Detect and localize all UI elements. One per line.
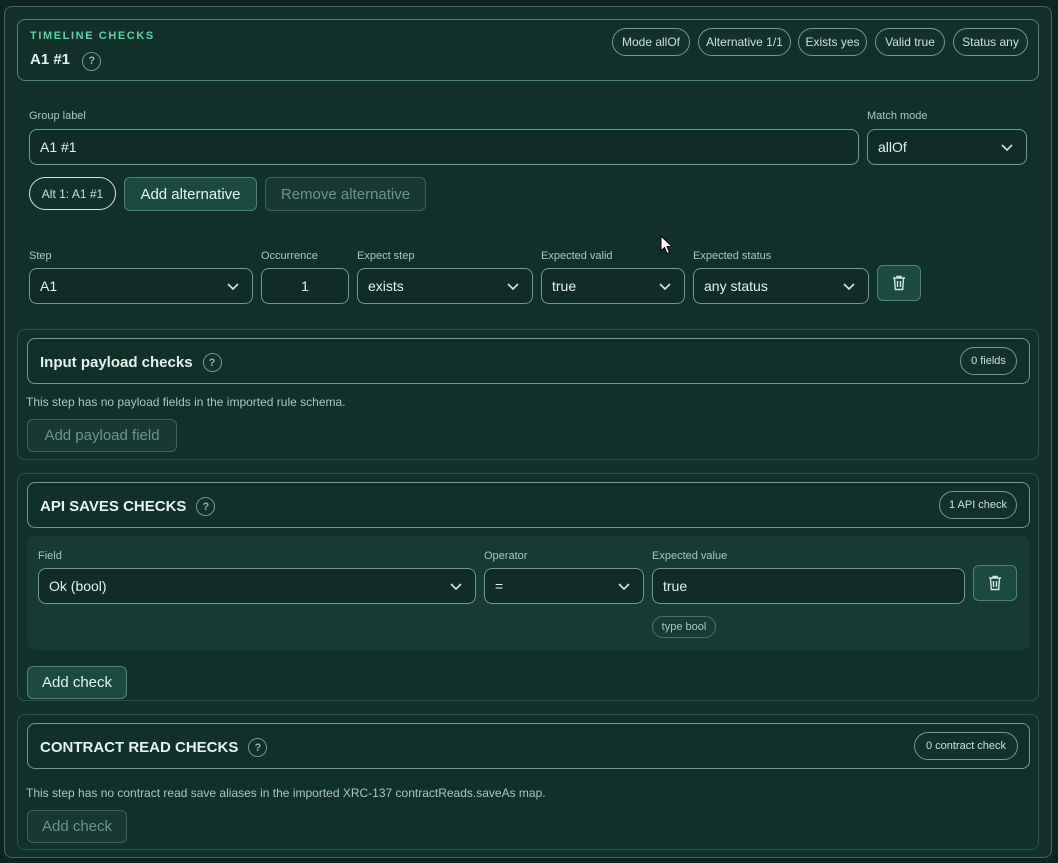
contract-read-title-text: CONTRACT READ CHECKS — [40, 739, 239, 756]
add-api-check-button[interactable]: Add check — [27, 666, 127, 699]
api-saves-title-text: API SAVES CHECKS — [40, 498, 187, 515]
alternative-pill[interactable]: Alt 1: A1 #1 — [29, 177, 116, 210]
chip-exists: Exists yes — [798, 28, 867, 56]
chevron-down-icon — [1001, 144, 1013, 152]
occurrence-caption: Occurrence — [261, 250, 318, 262]
contract-count-badge: 0 contract check — [914, 732, 1018, 760]
chip-valid: Valid true — [875, 28, 945, 56]
payload-title: Input payload checks ? — [40, 353, 222, 372]
step-select[interactable]: A1 — [29, 268, 253, 304]
type-badge: type bool — [652, 616, 716, 638]
trash-icon — [893, 275, 905, 291]
payload-empty-note: This step has no payload fields in the i… — [26, 395, 346, 409]
remove-alternative-button[interactable]: Remove alternative — [265, 177, 426, 211]
header-card: TIMELINE CHECKS A1 #1 ? Mode allOf Alter… — [17, 19, 1039, 81]
help-icon[interactable]: ? — [202, 353, 222, 372]
group-label-caption: Group label — [29, 110, 86, 122]
expected-valid-select[interactable]: true — [541, 268, 685, 304]
chevron-down-icon — [227, 283, 239, 291]
group-panel: Group label A1 #1 Match mode allOf Alt 1… — [17, 93, 1039, 223]
help-icon[interactable]: ? — [248, 738, 268, 757]
step-caption: Step — [29, 250, 52, 262]
expected-value-input[interactable]: true — [652, 568, 965, 604]
chevron-down-icon — [843, 283, 855, 291]
chip-mode: Mode allOf — [612, 28, 690, 56]
eyebrow-label: TIMELINE CHECKS — [30, 30, 155, 42]
expected-status-value: any status — [704, 278, 768, 294]
api-count-badge: 1 API check — [939, 491, 1017, 519]
payload-title-text: Input payload checks — [40, 354, 193, 371]
help-icon[interactable]: ? — [82, 51, 102, 71]
expected-valid-value: true — [552, 278, 577, 294]
field-caption: Field — [38, 550, 62, 562]
step-value: A1 — [40, 278, 58, 294]
group-label-input[interactable]: A1 #1 — [29, 129, 859, 165]
occurrence-input[interactable]: 1 — [261, 268, 349, 304]
add-alternative-button[interactable]: Add alternative — [124, 177, 257, 211]
contract-read-title: CONTRACT READ CHECKS ? — [40, 738, 268, 757]
payload-count-badge: 0 fields — [960, 347, 1017, 375]
operator-select[interactable]: = — [484, 568, 644, 604]
api-saves-section: API SAVES CHECKS ? 1 API check Field Ok … — [17, 473, 1039, 701]
api-check-row: Field Ok (bool) Operator = Expected valu… — [27, 536, 1030, 650]
operator-caption: Operator — [484, 550, 528, 562]
expect-step-select[interactable]: exists — [357, 268, 533, 304]
api-field-value: Ok (bool) — [49, 578, 107, 594]
api-saves-header: API SAVES CHECKS ? 1 API check — [27, 482, 1030, 528]
payload-header: Input payload checks ? 0 fields — [27, 338, 1030, 384]
expect-step-value: exists — [368, 278, 404, 294]
mouse-pointer-icon — [660, 235, 674, 255]
add-payload-field-button[interactable]: Add payload field — [27, 419, 177, 452]
help-icon[interactable]: ? — [196, 497, 216, 516]
group-title-text: A1 #1 — [30, 51, 71, 68]
chevron-down-icon — [618, 583, 630, 591]
api-saves-title: API SAVES CHECKS ? — [40, 497, 216, 516]
contract-read-section: CONTRACT READ CHECKS ? 0 contract check … — [17, 714, 1039, 850]
add-contract-check-button[interactable]: Add check — [27, 810, 127, 843]
operator-value: = — [495, 578, 504, 594]
payload-section: Input payload checks ? 0 fields This ste… — [17, 329, 1039, 460]
contract-empty-note: This step has no contract read save alia… — [26, 786, 546, 800]
trash-icon — [989, 575, 1001, 591]
expected-status-caption: Expected status — [693, 250, 772, 262]
match-mode-value: allOf — [878, 139, 907, 155]
delete-check-button[interactable] — [973, 565, 1017, 601]
api-field-select[interactable]: Ok (bool) — [38, 568, 476, 604]
expect-step-caption: Expect step — [357, 250, 415, 262]
chevron-down-icon — [450, 583, 462, 591]
delete-step-button[interactable] — [877, 265, 921, 301]
chevron-down-icon — [659, 283, 671, 291]
match-mode-select[interactable]: allOf — [867, 129, 1027, 165]
step-panel: Step A1 Occurrence 1 Expect step exists … — [17, 235, 1039, 317]
match-mode-caption: Match mode — [867, 110, 928, 122]
timeline-checks-card: TIMELINE CHECKS A1 #1 ? Mode allOf Alter… — [4, 6, 1052, 858]
group-title: A1 #1 ? — [30, 51, 102, 71]
chip-status: Status any — [953, 28, 1028, 56]
expected-status-select[interactable]: any status — [693, 268, 869, 304]
chevron-down-icon — [507, 283, 519, 291]
expected-value-caption: Expected value — [652, 550, 728, 562]
chip-alternative: Alternative 1/1 — [698, 28, 791, 56]
expected-valid-caption: Expected valid — [541, 250, 613, 262]
contract-read-header: CONTRACT READ CHECKS ? 0 contract check — [27, 723, 1030, 769]
